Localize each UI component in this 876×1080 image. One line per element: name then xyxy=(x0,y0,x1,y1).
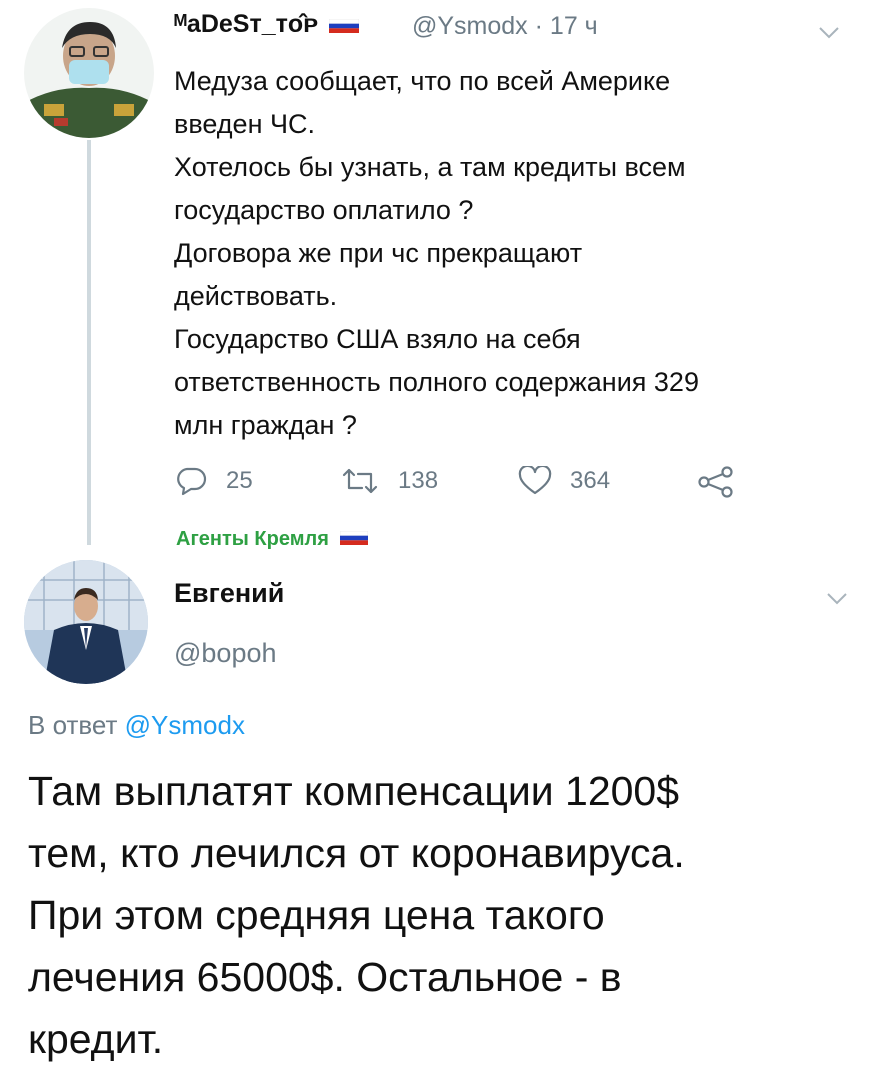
retweet-icon xyxy=(342,468,378,494)
display-name[interactable]: Евгений xyxy=(174,578,284,609)
russian-flag-icon xyxy=(329,11,360,40)
separator-tag: Агенты Кремля xyxy=(176,528,369,551)
reply-to-link[interactable]: @Ysmodx xyxy=(125,710,245,740)
display-name[interactable]: ᴹaDeSт_ᴛᴏ̂ᴘ xyxy=(174,10,360,40)
avatar-user1-image xyxy=(24,8,154,138)
timestamp[interactable]: 17 ч xyxy=(550,12,598,40)
share-icon xyxy=(698,466,733,498)
avatar-user1[interactable] xyxy=(24,8,154,138)
tweet-meta: @Ysmodx · 17 ч xyxy=(412,12,598,40)
reply-button[interactable]: 25 xyxy=(174,466,253,496)
like-button[interactable]: 364 xyxy=(518,466,610,496)
chevron-down-icon[interactable] xyxy=(818,20,840,46)
reply-tweet-text: Там выплатят компенсации 1200$ тем, кто … xyxy=(28,768,685,1062)
handle[interactable]: @bopoh xyxy=(174,638,277,669)
reply-icon xyxy=(177,467,207,496)
tweet-text: Медуза сообщает, что по всей Америке вве… xyxy=(174,66,699,440)
like-icon xyxy=(518,466,552,495)
retweet-button[interactable]: 138 xyxy=(340,466,438,496)
share-button[interactable] xyxy=(698,466,752,498)
thread-line xyxy=(87,140,91,545)
handle[interactable]: @Ysmodx xyxy=(412,12,528,40)
reply-context: В ответ @Ysmodx xyxy=(28,710,245,740)
avatar-user2[interactable] xyxy=(24,560,148,684)
chevron-down-icon[interactable] xyxy=(826,586,848,612)
avatar-user2-image xyxy=(24,560,148,684)
russian-flag-icon xyxy=(340,528,369,551)
